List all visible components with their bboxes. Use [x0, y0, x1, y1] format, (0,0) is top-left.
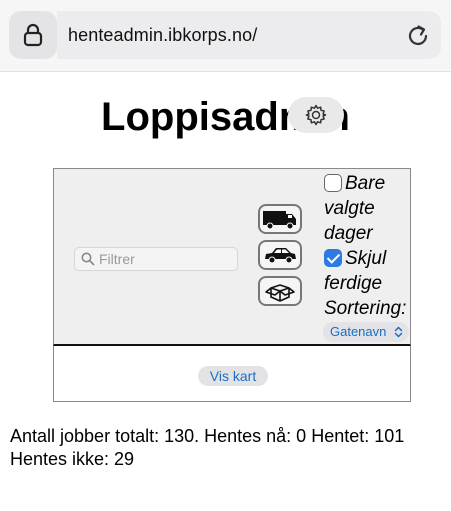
search-input[interactable]: [99, 248, 233, 270]
sort-value: Gatenavn: [330, 324, 387, 339]
filter-options: Bare valgte dager Skjul ferdige Sorterin…: [324, 171, 410, 321]
gear-icon: [305, 104, 327, 126]
hide-finished-label: Skjul: [345, 248, 387, 269]
box-icon: [265, 284, 295, 302]
job-stats: Antall jobber totalt: 130. Hentes nå: 0 …: [10, 425, 445, 471]
show-map-button[interactable]: Vis kart: [198, 366, 268, 386]
hide-finished-checkbox[interactable]: [324, 249, 342, 267]
box-filter-button[interactable]: [258, 276, 302, 306]
settings-button[interactable]: [288, 97, 344, 133]
address-bar[interactable]: henteadmin.ibkorps.no/: [57, 11, 441, 59]
hide-finished-label: ferdige: [324, 273, 383, 294]
lock-icon: [23, 23, 43, 47]
site-security-button[interactable]: [9, 11, 57, 59]
only-selected-days-option[interactable]: Bare: [324, 171, 410, 196]
search-field[interactable]: [74, 247, 238, 271]
map-container: Vis kart: [53, 346, 411, 402]
search-icon: [81, 252, 95, 266]
truck-icon: [263, 211, 296, 230]
only-selected-days-label: valgte: [324, 198, 375, 219]
reload-icon[interactable]: [405, 23, 431, 49]
chevron-updown-icon: [394, 326, 403, 338]
sort-select[interactable]: Gatenavn: [323, 322, 409, 342]
page-title: Loppisadmin: [101, 95, 350, 139]
only-selected-days-checkbox[interactable]: [324, 174, 342, 192]
browser-toolbar: henteadmin.ibkorps.no/: [0, 0, 451, 72]
stats-line-totals: Antall jobber totalt: 130. Hentes nå: 0 …: [10, 426, 405, 446]
url-text: henteadmin.ibkorps.no/: [68, 25, 258, 45]
car-filter-button[interactable]: [258, 240, 302, 270]
only-selected-days-label: dager: [324, 223, 373, 244]
stats-line-not-collected: Hentes ikke: 29: [10, 449, 135, 469]
truck-filter-button[interactable]: [258, 204, 302, 234]
only-selected-days-label: Bare: [345, 173, 386, 194]
car-icon: [265, 248, 296, 264]
filter-panel: Bare valgte dager Skjul ferdige Sorterin…: [53, 168, 411, 346]
hide-finished-option[interactable]: Skjul: [324, 246, 410, 271]
sort-label: Sortering:: [324, 298, 407, 319]
